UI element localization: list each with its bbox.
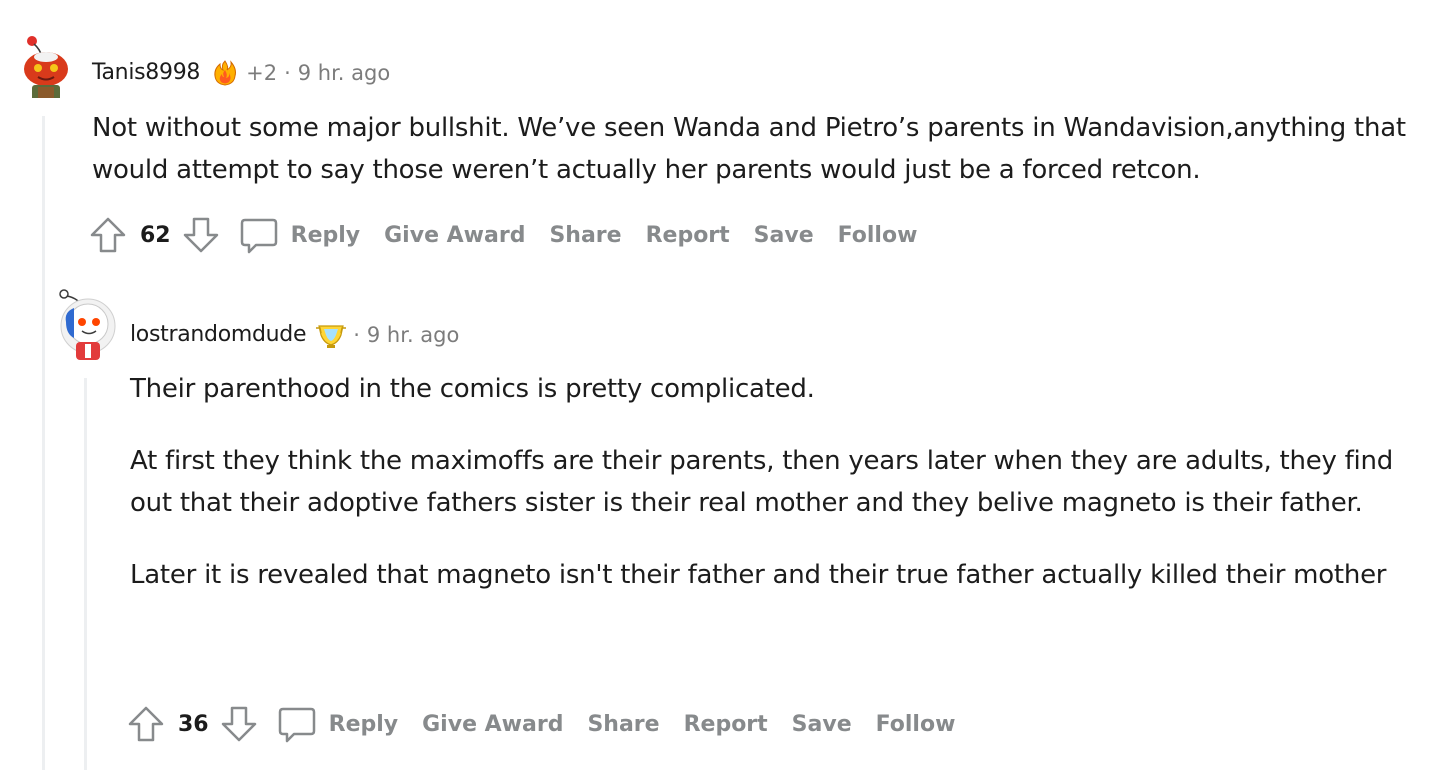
save-button[interactable]: Save <box>754 223 814 248</box>
username[interactable]: lostrandomdude <box>130 321 307 349</box>
downvote-icon[interactable] <box>219 704 259 744</box>
reply-button[interactable]: Reply <box>329 712 399 737</box>
give-award-button[interactable]: Give Award <box>384 223 525 248</box>
comment-bubble-icon[interactable] <box>277 704 317 744</box>
share-button[interactable]: Share <box>587 712 659 737</box>
report-button[interactable]: Report <box>684 712 768 737</box>
comment-body: Their parenthood in the comics is pretty… <box>130 368 1410 596</box>
separator-dot: · <box>353 323 360 347</box>
comment-paragraph: Not without some major bullshit. We’ve s… <box>92 113 1406 185</box>
follow-button[interactable]: Follow <box>876 712 956 737</box>
share-button[interactable]: Share <box>549 223 621 248</box>
report-button[interactable]: Report <box>646 223 730 248</box>
flame-award-icon[interactable] <box>210 58 240 88</box>
username[interactable]: Tanis8998 <box>92 59 200 87</box>
upvote-icon[interactable] <box>88 215 128 255</box>
upvote-icon[interactable] <box>126 704 166 744</box>
comment-bubble-icon[interactable] <box>239 215 279 255</box>
save-button[interactable]: Save <box>792 712 852 737</box>
downvote-icon[interactable] <box>181 215 221 255</box>
comment-meta: lostrandomdude · 9 hr. ago <box>130 320 459 350</box>
comment-paragraph: Later it is revealed that magneto isn't … <box>130 560 1387 590</box>
comment-paragraph: At first they think the maximoffs are th… <box>130 446 1393 518</box>
trophy-award-icon[interactable] <box>316 320 347 350</box>
give-award-button[interactable]: Give Award <box>422 712 563 737</box>
follow-button[interactable]: Follow <box>838 223 918 248</box>
timestamp[interactable]: 9 hr. ago <box>367 321 459 349</box>
thread-line-level-2[interactable] <box>84 378 87 770</box>
comment-meta: Tanis8998 +2 · 9 hr. ago <box>92 58 390 88</box>
comment-paragraph: Their parenthood in the comics is pretty… <box>130 374 815 404</box>
reply-button[interactable]: Reply <box>291 223 361 248</box>
thread-line-level-1[interactable] <box>42 116 45 770</box>
comment-body: Not without some major bullshit. We’ve s… <box>92 107 1412 191</box>
avatar[interactable] <box>56 288 116 364</box>
karma-badge: +2 <box>246 61 278 85</box>
comment-actions: 62 Reply Give Award Share Report Save Fo… <box>88 215 941 255</box>
vote-score: 36 <box>178 711 209 737</box>
comment-actions: 36 Reply Give Award Share Report Save Fo… <box>126 704 979 744</box>
timestamp[interactable]: 9 hr. ago <box>298 59 390 87</box>
vote-score: 62 <box>140 222 171 248</box>
separator-dot: · <box>284 61 291 85</box>
avatar[interactable] <box>16 28 72 98</box>
